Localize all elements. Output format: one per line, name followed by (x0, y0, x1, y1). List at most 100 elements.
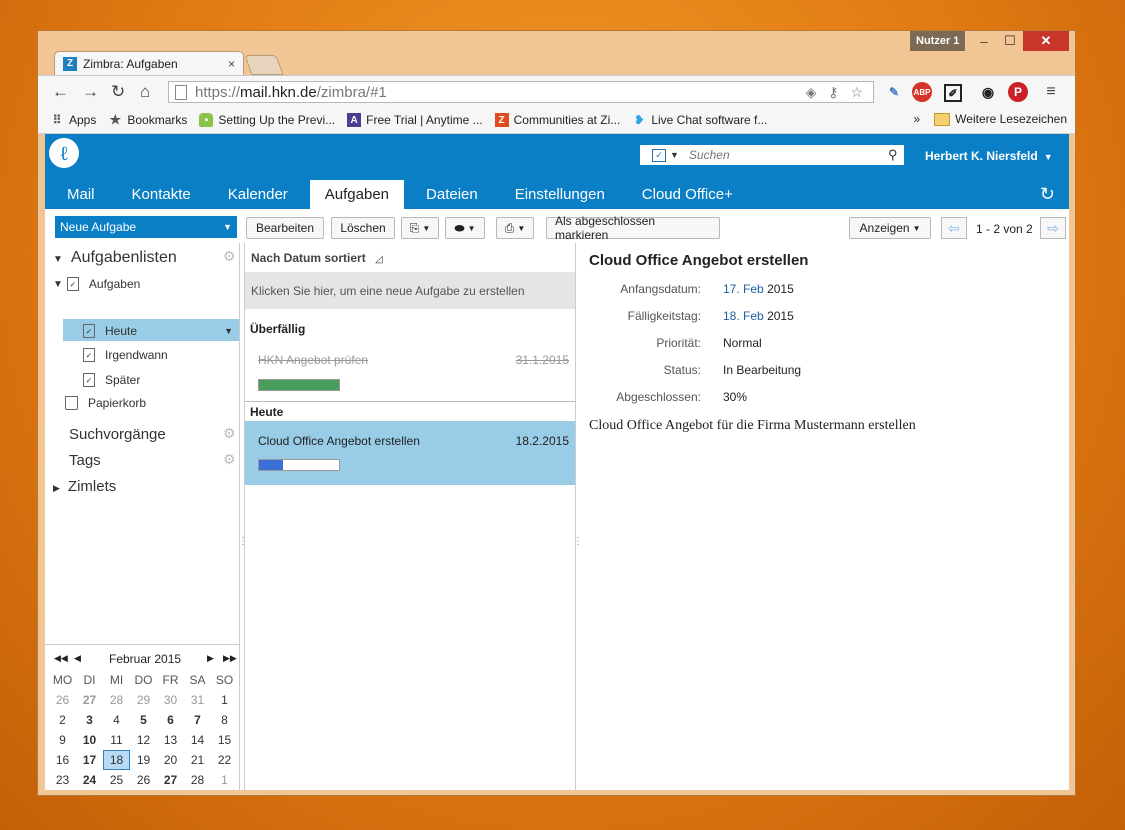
due-month[interactable]: Feb (743, 309, 764, 323)
calendar-day[interactable]: 2 (49, 710, 76, 730)
new-tab-button[interactable] (244, 55, 284, 75)
calendar-day[interactable]: 11 (103, 730, 130, 750)
search-type-icon[interactable]: ✓ (652, 148, 666, 162)
edit-icon[interactable]: ✐ (944, 84, 962, 102)
forward-icon[interactable]: → (82, 82, 99, 102)
user-badge[interactable]: Nutzer 1 (910, 31, 966, 51)
start-day[interactable]: 17. (723, 282, 740, 296)
calendar-day[interactable]: 23 (49, 770, 76, 790)
calendar-month[interactable]: Februar 2015 (109, 652, 181, 666)
edit-button[interactable]: Bearbeiten (246, 217, 324, 239)
chevron-down-icon[interactable]: ▼ (224, 326, 233, 336)
sidebar-item-irgendwann[interactable]: ✓ Irgendwann (83, 348, 168, 362)
calendar-day-today[interactable]: 18 (103, 750, 130, 770)
sidebar-item-aufgaben[interactable]: ▼ ✓ Aufgaben (53, 277, 140, 291)
calendar-day[interactable]: 3 (76, 710, 103, 730)
calendar-day[interactable]: 9 (49, 730, 76, 750)
tag-button[interactable]: ⬬ ▼ (445, 217, 485, 239)
calendar-day[interactable]: 24 (76, 770, 103, 790)
maximize-button[interactable]: ☐ (997, 31, 1023, 51)
bookmark-free-trial[interactable]: A Free Trial | Anytime ... (347, 113, 483, 127)
calendar-day[interactable]: 19 (130, 750, 157, 770)
new-task-button[interactable]: Neue Aufgabe ▼ (55, 216, 237, 238)
back-icon[interactable]: ← (52, 82, 69, 102)
calendar-day[interactable]: 21 (184, 750, 211, 770)
task-lists-header[interactable]: ▼ Aufgabenlisten (53, 249, 177, 267)
bookmarks-overflow-button[interactable]: » (913, 112, 920, 126)
calendar-day[interactable]: 15 (211, 730, 238, 750)
collapse-triangle-icon[interactable]: ▼ (53, 254, 63, 265)
calendar-day[interactable]: 20 (157, 750, 184, 770)
prev-month-icon[interactable]: ◀ (74, 653, 81, 664)
print-button[interactable]: ⎙ ▼ (496, 217, 534, 239)
user-menu[interactable]: Herbert K. Niersfeld ▼ (925, 149, 1053, 163)
owl-icon[interactable]: ◉ (978, 82, 998, 102)
pinterest-icon[interactable]: P (1008, 82, 1028, 102)
prev-year-icon[interactable]: ◀◀ (54, 653, 68, 664)
browser-tab[interactable]: Z Zimbra: Aufgaben × (54, 51, 244, 75)
wrench-icon[interactable]: ✎ (884, 82, 904, 102)
sidebar-item-heute[interactable]: ✓ Heute ▼ (83, 324, 233, 338)
searches-header[interactable]: Suchvorgänge (69, 426, 166, 443)
refresh-icon[interactable]: ↻ (1040, 184, 1055, 205)
calendar-day[interactable]: 16 (49, 750, 76, 770)
resize-handle[interactable]: ⋮ (573, 536, 583, 547)
prev-page-button[interactable]: ⇦ (941, 217, 967, 239)
calendar-day[interactable]: 29 (130, 690, 157, 710)
tab-dateien[interactable]: Dateien (411, 180, 493, 209)
tab-kalender[interactable]: Kalender (213, 180, 303, 209)
calendar-day[interactable]: 12 (130, 730, 157, 750)
start-month[interactable]: Feb (743, 282, 764, 296)
sort-header[interactable]: Nach Datum sortiert ◿ (251, 251, 383, 265)
calendar-day[interactable]: 31 (184, 690, 211, 710)
delete-button[interactable]: Löschen (331, 217, 395, 239)
view-button[interactable]: Anzeigen ▼ (849, 217, 931, 239)
tab-cloud-office[interactable]: Cloud Office+ (627, 180, 748, 209)
calendar-day[interactable]: 26 (130, 770, 157, 790)
calendar-day[interactable]: 1 (211, 770, 238, 790)
tab-aufgaben[interactable]: Aufgaben (309, 180, 405, 209)
calendar-day[interactable]: 6 (157, 710, 184, 730)
close-button[interactable]: ✕ (1023, 31, 1069, 51)
reload-icon[interactable]: ↻ (111, 82, 125, 102)
calendar-day[interactable]: 27 (157, 770, 184, 790)
calendar-day[interactable]: 30 (157, 690, 184, 710)
bookmark-communities[interactable]: Z Communities at Zi... (494, 113, 620, 127)
calendar-day[interactable]: 17 (76, 750, 103, 770)
bookmark-live-chat[interactable]: ❥ Live Chat software f... (632, 113, 767, 127)
tab-einstellungen[interactable]: Einstellungen (500, 180, 620, 209)
calendar-day[interactable]: 5 (130, 710, 157, 730)
tags-header[interactable]: Tags (69, 452, 101, 469)
expand-triangle-icon[interactable]: ▶ (53, 483, 60, 493)
calendar-day[interactable]: 4 (103, 710, 130, 730)
table-row[interactable]: HKN Angebot prüfen 31.1.2015 (245, 341, 575, 401)
due-day[interactable]: 18. (723, 309, 740, 323)
tab-close-icon[interactable]: × (228, 57, 235, 71)
search-input[interactable] (686, 147, 888, 163)
zimlets-header[interactable]: ▶ Zimlets (53, 478, 116, 495)
sidebar-item-spaeter[interactable]: ✓ Später (83, 373, 140, 387)
bookmark-star-icon[interactable]: ◈ ⚷ ☆ (806, 84, 867, 101)
quick-add-row[interactable]: Klicken Sie hier, um eine neue Aufgabe z… (245, 272, 575, 309)
chevron-down-icon[interactable]: ▼ (670, 150, 679, 160)
gear-icon[interactable]: ⚙ (223, 248, 236, 265)
table-row-selected[interactable]: Cloud Office Angebot erstellen 18.2.2015 (245, 421, 575, 485)
gear-icon[interactable]: ⚙ (223, 425, 236, 442)
calendar-day[interactable]: 26 (49, 690, 76, 710)
tab-mail[interactable]: Mail (45, 180, 110, 209)
address-bar[interactable]: https://mail.hkn.de/zimbra/#1 ◈ ⚷ ☆ (168, 81, 874, 103)
move-button[interactable]: ⎘ ▼ (401, 217, 439, 239)
sidebar-item-papierkorb[interactable]: Papierkorb (65, 396, 146, 410)
next-page-button[interactable]: ⇨ (1040, 217, 1066, 239)
next-month-icon[interactable]: ▶ (207, 653, 214, 664)
mark-complete-button[interactable]: Als abgeschlossen markieren (546, 214, 720, 242)
more-bookmarks-button[interactable]: Weitere Lesezeichen (955, 112, 1067, 126)
calendar-day[interactable]: 13 (157, 730, 184, 750)
search-icon[interactable]: ⚲ (888, 147, 904, 163)
calendar-day[interactable]: 28 (103, 690, 130, 710)
bookmark-bookmarks[interactable]: ★ Bookmarks (108, 112, 188, 127)
collapse-triangle-icon[interactable]: ▼ (53, 279, 63, 290)
menu-icon[interactable]: ≡ (1041, 82, 1061, 102)
calendar-day[interactable]: 14 (184, 730, 211, 750)
calendar-day[interactable]: 22 (211, 750, 238, 770)
